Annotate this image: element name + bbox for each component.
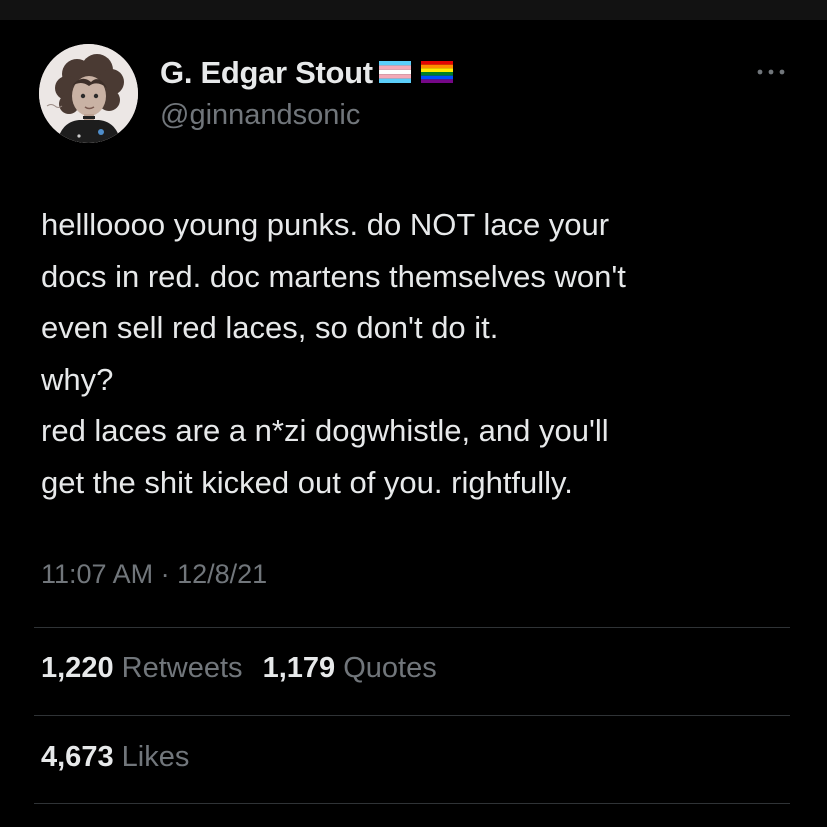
quotes-count: 1,179 [262,652,336,684]
transgender-flag-icon [378,55,411,91]
engagement-stats-row: 1,220 Retweets 1,179 Quotes [41,652,437,685]
display-name[interactable]: G. Edgar Stout [160,55,453,91]
likes-count: 4,673 [41,741,114,773]
avatar-illustration-icon [39,44,138,143]
avatar[interactable] [39,44,138,143]
more-horizontal-icon[interactable] [754,64,788,80]
tweet-text-line: docs in red. doc martens themselves won'… [41,258,626,294]
divider [34,803,790,804]
tweet-text-line: get the shit kicked out of you. rightful… [41,464,573,500]
likes-stat[interactable]: 4,673 Likes [41,741,189,774]
retweets-stat[interactable]: 1,220 Retweets [41,652,243,685]
divider [34,715,790,716]
rainbow-pride-flag-icon [420,55,453,91]
quotes-label: Quotes [343,652,437,684]
likes-stats-row: 4,673 Likes [41,741,189,774]
tweet-timestamp[interactable]: 11:07 AM · 12/8/21 [41,559,267,590]
divider [34,627,790,628]
tweet-text-line: even sell red laces, so don't do it. [41,310,499,345]
quotes-stat[interactable]: 1,179 Quotes [263,652,437,685]
likes-label: Likes [121,741,190,773]
user-handle[interactable]: @ginnandsonic [160,99,360,132]
retweets-count: 1,220 [41,652,114,684]
display-name-text: G. Edgar Stout [160,55,373,90]
tweet-text-line: red laces are a n*zi dogwhistle, and you… [41,413,609,448]
tweet-text-line: hellloooo young punks. do NOT lace your [41,207,610,242]
status-bar-strip [0,0,827,20]
tweet-text-line: why? [41,361,114,397]
retweets-label: Retweets [121,652,243,684]
tweet-text: hellloooo young punks. do NOT lace your … [41,199,801,508]
